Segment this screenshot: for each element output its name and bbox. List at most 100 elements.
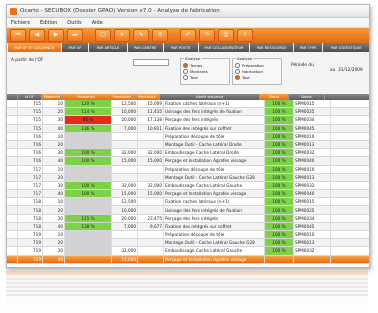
- cell-id-of: 719: [18, 231, 43, 239]
- table-row[interactable]: 717 20 Montage Outil - Cache Latéral Gauch…: [7, 173, 369, 182]
- undo-button[interactable]: ↶: [180, 29, 196, 42]
- cell-libelle-sequence: Perçage et Installation Agrafes vissage: [164, 157, 265, 165]
- cell-station: SPM0010: [294, 231, 331, 239]
- tab-par-statistique[interactable]: PAR STATISTIQUE: [323, 43, 369, 52]
- tab-par-poste[interactable]: PAR POSTE: [163, 43, 198, 52]
- table-row[interactable]: 719 10 Préparation découpe de tôle 100 % SPM…: [7, 231, 369, 240]
- cell-production-pct: 114 %: [65, 108, 112, 116]
- table-row[interactable]: 716 30 100 % 32,000 32,000 Emboutissage Cache…: [7, 149, 369, 158]
- table-row[interactable]: 719 20 Montage Outil - Cache Latéral Gauch…: [7, 239, 369, 248]
- table-row[interactable]: 718 10 12,500 Fixation caches latéraux (n+1…: [7, 198, 369, 207]
- table-row[interactable]: 715 20 114 % 10,000 11,435 Usinage des fers i…: [7, 108, 369, 117]
- cell-sequence: 30: [43, 149, 65, 157]
- table-row[interactable]: 716 40 100 % 15,000 15,000 Perçage et Install…: [7, 157, 369, 166]
- cell-statut: 100 %: [265, 132, 294, 140]
- cell-production-prevue: 32,000: [112, 181, 138, 190]
- cell-id-of: 718: [18, 222, 43, 230]
- row-selector: [7, 190, 18, 198]
- au-date-value[interactable]: 31/12/2009: [338, 68, 363, 73]
- previous-icon: ◀: [34, 31, 40, 38]
- cell-station: SPM0032: [294, 149, 331, 157]
- redo-button[interactable]: ↷: [199, 29, 215, 42]
- cell-production-pct: 138 %: [65, 222, 112, 230]
- cell-sequence: 20: [43, 239, 65, 247]
- table-row[interactable]: 715 30 86 % 20,000 17,138 Perçage des fers in…: [7, 116, 369, 125]
- radio-preparation-label: Préparation: [242, 63, 264, 68]
- help-button[interactable]: ?: [237, 29, 253, 42]
- row-selector: [7, 214, 18, 222]
- cell-libelle-sequence: Usinage des fers intégrés de fixation: [164, 206, 265, 214]
- row-selector: [7, 165, 18, 173]
- cell-sequence: 30: [43, 214, 65, 222]
- search-button[interactable]: ⚲: [152, 29, 168, 42]
- cell-production-realisee: [138, 247, 164, 255]
- cell-id-of: 719: [18, 239, 43, 247]
- cell-production-prevue: [112, 231, 138, 239]
- cell-production-realisee: [138, 165, 164, 173]
- tab-par-ressource[interactable]: PAR RESSOURCE: [250, 43, 293, 52]
- next-icon: ▶: [53, 31, 59, 38]
- cell-station: SPM0045: [294, 124, 331, 132]
- cell-libelle-sequence: Emboutissage Cache Latéral Gauche: [164, 181, 265, 190]
- tab-par-of-et-sequence[interactable]: PAR OF ET SEQUENCE: [8, 43, 61, 52]
- tab-par-of[interactable]: PAR OF: [61, 43, 89, 52]
- radio-preparation[interactable]: Préparation: [235, 63, 279, 68]
- periode-label: Période du: [291, 63, 314, 68]
- cell-production-realisee: [138, 132, 164, 140]
- last-icon: ⏭: [72, 31, 78, 38]
- print-button[interactable]: ⎙: [218, 29, 234, 42]
- au-label: au: [330, 68, 336, 73]
- table-row[interactable]: 716 10 Préparation découpe de tôle 100 % SPM…: [7, 132, 369, 141]
- table-row[interactable]: 717 30 100 % 32,000 32,000 Emboutissage Cache…: [7, 181, 369, 191]
- radio-off-icon: [183, 75, 188, 80]
- cell-station: SPM0015: [294, 198, 331, 206]
- cell-sequence: 20: [43, 206, 65, 214]
- cell-production-prevue: 12,500: [112, 100, 138, 108]
- cell-libelle-sequence: Fixation caches latéraux (n+1): [164, 100, 265, 108]
- table-row[interactable]: 718 30 115 % 20,000 23,475 Perçage des fers i…: [7, 214, 369, 223]
- table-row[interactable]: 717 40 100 % 15,000 15,000 Perçage et Install…: [7, 190, 369, 199]
- menu-edition[interactable]: Edition: [40, 20, 57, 26]
- delete-button[interactable]: ✕: [114, 29, 130, 42]
- table-row[interactable]: 715 10 120 % 12,500 15,009 Fixation caches la…: [7, 100, 369, 109]
- new-button[interactable]: □: [95, 29, 111, 42]
- radio-temps[interactable]: Temps: [183, 63, 227, 68]
- tab-par-article[interactable]: PAR ARTICLE: [89, 43, 127, 52]
- table-row[interactable]: 719 40 15,000 Perçage et Installation Agraf…: [7, 255, 369, 264]
- tab-par-centre[interactable]: PAR CENTRE: [127, 43, 163, 52]
- menu-aide[interactable]: Aide: [92, 20, 103, 26]
- row-selector: [7, 108, 18, 116]
- menu-outils[interactable]: Outils: [67, 20, 81, 26]
- table-row[interactable]: 717 10 Préparation découpe de tôle 100 % SPM…: [7, 165, 369, 174]
- row-selector: [7, 124, 18, 132]
- cell-station: SPM0034: [294, 116, 331, 124]
- previous-record-button[interactable]: ◀: [29, 29, 45, 42]
- cell-production-prevue: 7,000: [112, 222, 138, 230]
- table-row[interactable]: 719 30 32,000 Emboutissage Cache Latéral Ga…: [7, 247, 369, 256]
- cell-production-pct: [65, 132, 112, 140]
- radio-tout-2[interactable]: Tout: [235, 75, 279, 80]
- table-row[interactable]: 716 20 Montage Outil - Cache Latéral Droit…: [7, 140, 369, 150]
- cell-libelle-sequence: Emboutissage Cache Latéral Droite: [164, 149, 265, 157]
- menu-fichiers[interactable]: Fichiers: [11, 20, 30, 26]
- radio-tout-1[interactable]: Tout: [183, 75, 227, 80]
- edit-button[interactable]: ✎: [133, 29, 149, 42]
- table-row[interactable]: 715 40 136 % 7,000 10,911 Fixation des intégr…: [7, 124, 369, 133]
- tab-par-collaborateur[interactable]: PAR COLLABORATEUR: [198, 43, 250, 52]
- cell-station: SPM0015: [294, 100, 331, 108]
- tab-par-type[interactable]: PAR TYPE: [293, 43, 323, 52]
- of-number-input[interactable]: [133, 59, 169, 66]
- cell-libelle-sequence: Préparation découpe de tôle: [164, 132, 265, 140]
- table-row[interactable]: 718 40 138 % 7,000 9,677 Fixation des intégré…: [7, 222, 369, 231]
- first-record-button[interactable]: ⏮: [10, 29, 26, 42]
- next-record-button[interactable]: ▶: [48, 29, 64, 42]
- radio-off-icon: [235, 63, 240, 68]
- print-icon: ⎙: [223, 31, 229, 38]
- radio-montants[interactable]: Montants: [183, 69, 227, 74]
- table-row[interactable]: 718 20 10,000 Usinage des fers intégrés de …: [7, 206, 369, 215]
- last-record-button[interactable]: ⏭: [67, 29, 83, 42]
- row-selector: [7, 157, 18, 165]
- cell-production-pct: 136 %: [65, 124, 112, 132]
- cell-production-realisee: 10,911: [138, 124, 164, 132]
- radio-fabrication[interactable]: Fabrication: [235, 69, 279, 74]
